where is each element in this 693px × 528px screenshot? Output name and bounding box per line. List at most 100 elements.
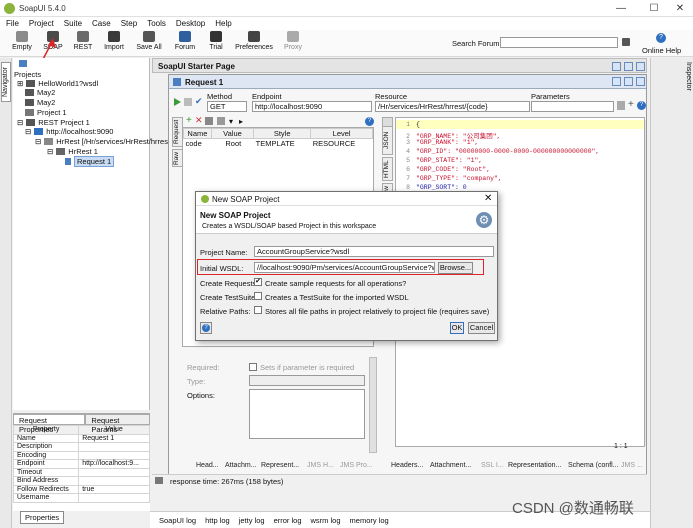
rest-button[interactable]: REST <box>71 31 95 51</box>
table-row[interactable]: Encoding <box>12 450 150 460</box>
tree-item-rest-project1[interactable]: ⊟ REST Project 1 <box>17 118 90 127</box>
add-icon[interactable]: + <box>628 99 634 110</box>
tree-item-may2-b[interactable]: May2 <box>25 98 55 107</box>
create-requests-checkbox[interactable]: ✔ <box>254 278 262 286</box>
move-up-icon[interactable]: ▸ <box>239 117 243 126</box>
tree-item-project1[interactable]: Project 1 <box>25 108 67 117</box>
tab-attachments[interactable]: Attachm... <box>225 462 257 469</box>
add-param-icon[interactable]: + <box>186 115 192 126</box>
close-icon[interactable] <box>636 62 645 71</box>
tab-json[interactable]: JSON <box>382 125 393 155</box>
table-row[interactable]: Follow Redirects true <box>12 484 150 494</box>
menu-desktop[interactable]: Desktop <box>176 19 205 28</box>
project-name-input[interactable]: AccountGroupService?wsdl <box>254 246 494 257</box>
close-icon[interactable] <box>636 77 645 86</box>
window-menu-icon[interactable] <box>612 77 621 86</box>
table-row[interactable]: code Root TEMPLATE RESOURCE <box>184 139 373 149</box>
clear-icon[interactable] <box>217 117 225 125</box>
stop-icon[interactable] <box>184 98 192 106</box>
tab-jms-props[interactable]: JMS Pro... <box>340 462 373 469</box>
tab-schema[interactable]: Schema (confl... <box>568 462 619 469</box>
scrollbar[interactable] <box>369 357 377 453</box>
table-row[interactable]: Name Request 1 <box>12 433 150 443</box>
maximize-icon[interactable] <box>624 62 633 71</box>
menu-case[interactable]: Case <box>92 19 111 28</box>
tab-wsrm-log[interactable]: wsrm log <box>311 516 341 525</box>
help-icon[interactable]: ? <box>656 33 666 43</box>
tree-item-request1[interactable]: Request 1 <box>65 156 115 167</box>
tab-request-properties[interactable]: Request Properties <box>13 414 86 434</box>
help-icon[interactable]: ? <box>637 101 646 110</box>
table-row[interactable]: Bind Address <box>12 476 150 486</box>
menu-step[interactable]: Step <box>121 19 137 28</box>
help-icon[interactable]: ? <box>365 117 374 126</box>
ok-button[interactable]: OK <box>450 322 464 334</box>
tab-memory-log[interactable]: memory log <box>350 516 389 525</box>
tree-item-may2-a[interactable]: May2 <box>25 88 55 97</box>
type-field[interactable] <box>249 375 365 386</box>
copy-icon[interactable] <box>617 101 625 110</box>
table-row[interactable]: Description <box>12 442 150 452</box>
import-button[interactable]: Import <box>101 31 127 51</box>
auth-icon[interactable]: ✔ <box>195 96 203 107</box>
search-forum-input[interactable] <box>500 37 618 48</box>
required-checkbox[interactable] <box>249 363 257 371</box>
close-button[interactable]: ✕ <box>670 2 690 15</box>
tab-resp-headers[interactable]: Headers... <box>391 462 423 469</box>
menu-project[interactable]: Project <box>29 19 54 28</box>
preferences-button[interactable]: Preferences <box>233 31 275 51</box>
properties-button[interactable]: Properties <box>20 511 65 524</box>
table-row[interactable]: Timeout <box>12 467 150 477</box>
tab-headers[interactable]: Head... <box>196 462 219 469</box>
initial-wsdl-input[interactable]: //localhost:9090/Pm/services/AccountGrou… <box>254 262 435 273</box>
table-row[interactable]: Username <box>12 493 150 503</box>
maximize-icon[interactable] <box>624 77 633 86</box>
tab-resp-attachments[interactable]: Attachment... <box>430 462 471 469</box>
tab-resp-representations[interactable]: Representation... <box>508 462 561 469</box>
menu-tools[interactable]: Tools <box>147 19 166 28</box>
tab-error-log[interactable]: error log <box>274 516 302 525</box>
move-icon[interactable] <box>205 117 213 125</box>
projects-root[interactable]: Projects <box>14 70 41 79</box>
tab-jms-headers[interactable]: JMS H... <box>307 462 334 469</box>
inspector-tab[interactable]: Inspector <box>682 62 692 98</box>
tab-html[interactable]: HTML <box>382 157 393 181</box>
online-help-label[interactable]: Online Help <box>642 46 681 55</box>
tab-ssl-info[interactable]: SSL I... <box>481 462 504 469</box>
parameters-field[interactable] <box>531 101 614 112</box>
move-down-icon[interactable]: ▾ <box>229 117 233 126</box>
relative-paths-checkbox[interactable] <box>254 306 262 314</box>
cancel-button[interactable]: Cancel <box>468 322 495 334</box>
tab-representations[interactable]: Represent... <box>261 462 299 469</box>
tab-soapui-log[interactable]: SoapUI log <box>159 516 196 525</box>
tree-item-hrrest-resource[interactable]: ⊟ HrRest [/Hr/services/HrRest/hrrest] <box>35 137 172 146</box>
table-row[interactable]: Endpoint http://localhost:9... <box>12 459 150 469</box>
proxy-button[interactable]: Proxy <box>282 31 304 51</box>
create-testsuite-checkbox[interactable] <box>254 292 262 300</box>
dialog-close-icon[interactable]: ✕ <box>484 193 492 204</box>
window-menu-icon[interactable] <box>612 62 621 71</box>
maximize-button[interactable]: ☐ <box>644 2 664 15</box>
menu-file[interactable]: File <box>6 19 19 28</box>
endpoint-select[interactable]: http://localhost:9090 <box>252 101 372 112</box>
tree-item-hrrest-method[interactable]: ⊟ HrRest 1 <box>47 147 98 156</box>
trial-button[interactable]: Trial <box>205 31 227 51</box>
minimize-button[interactable]: — <box>611 2 631 15</box>
tree-item-helloworld[interactable]: ⊞ HelloWorld1?wsdl <box>17 79 98 88</box>
method-select[interactable]: GET <box>207 101 247 112</box>
menu-suite[interactable]: Suite <box>64 19 82 28</box>
tab-http-log[interactable]: http log <box>205 516 230 525</box>
navigator-tab[interactable]: Navigator <box>1 62 11 102</box>
tab-jetty-log[interactable]: jetty log <box>239 516 265 525</box>
dialog-help-button[interactable]: ? <box>200 322 212 334</box>
tree-toolbar-icon[interactable] <box>19 60 27 67</box>
tab-resp-jms[interactable]: JMS ... <box>621 462 643 469</box>
options-field[interactable] <box>249 389 365 439</box>
menu-help[interactable]: Help <box>215 19 231 28</box>
tree-item-endpoint[interactable]: ⊟ http://localhost:9090 <box>25 127 113 136</box>
remove-param-icon[interactable]: ✕ <box>195 115 203 126</box>
play-icon[interactable] <box>174 98 181 106</box>
tab-request-params[interactable]: Request Params <box>85 414 150 434</box>
tab-xml[interactable] <box>382 117 393 127</box>
save-all-button[interactable]: Save All <box>134 31 164 51</box>
